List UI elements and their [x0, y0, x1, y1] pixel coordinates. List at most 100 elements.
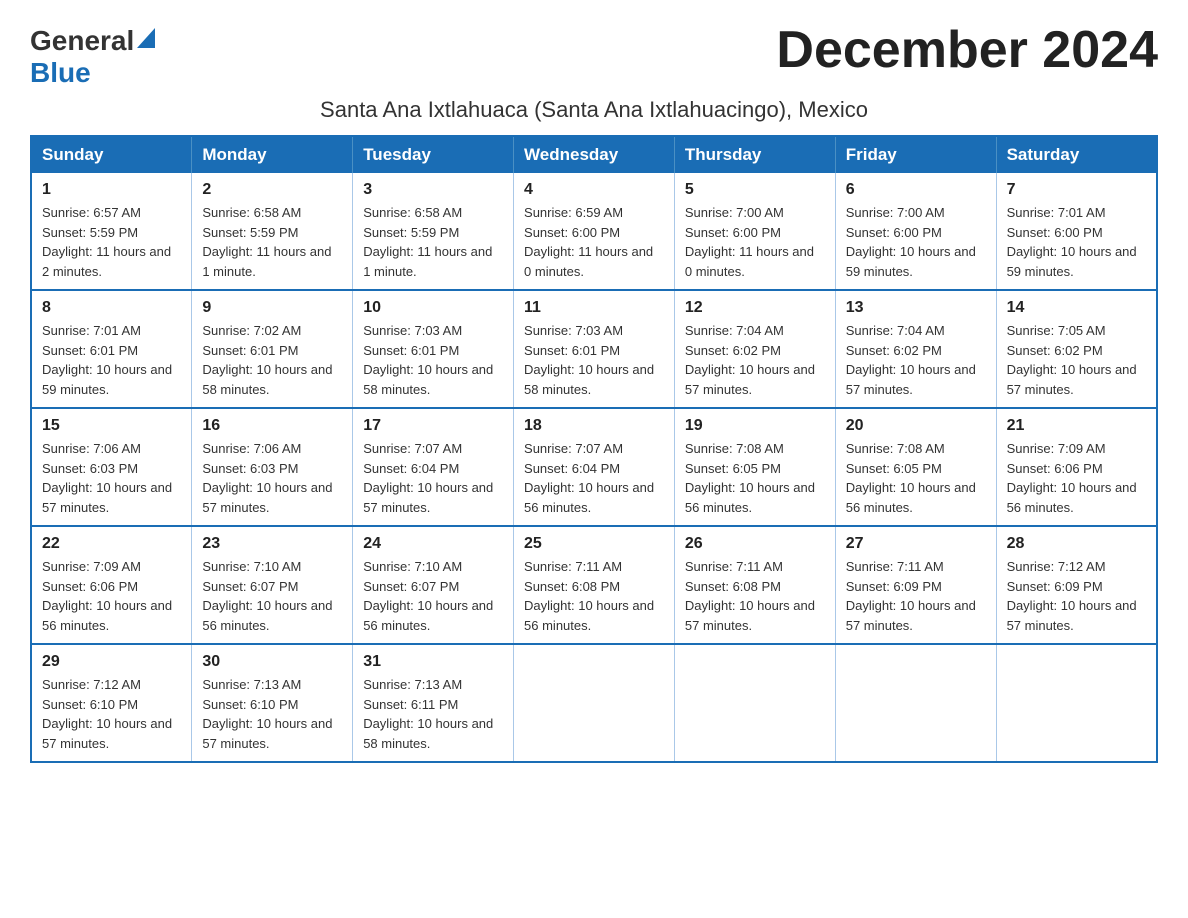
weekday-header-tuesday: Tuesday	[353, 136, 514, 173]
day-number: 8	[42, 299, 181, 317]
weekday-header-row: SundayMondayTuesdayWednesdayThursdayFrid…	[31, 136, 1157, 173]
calendar-cell: 9 Sunrise: 7:02 AM Sunset: 6:01 PM Dayli…	[192, 290, 353, 408]
calendar-cell: 13 Sunrise: 7:04 AM Sunset: 6:02 PM Dayl…	[835, 290, 996, 408]
day-info: Sunrise: 7:11 AM Sunset: 6:08 PM Dayligh…	[524, 557, 664, 635]
logo-blue-text: Blue	[30, 57, 91, 88]
calendar-cell: 12 Sunrise: 7:04 AM Sunset: 6:02 PM Dayl…	[674, 290, 835, 408]
day-info: Sunrise: 7:12 AM Sunset: 6:10 PM Dayligh…	[42, 675, 181, 753]
day-number: 5	[685, 181, 825, 199]
day-number: 3	[363, 181, 503, 199]
day-number: 11	[524, 299, 664, 317]
calendar-cell: 15 Sunrise: 7:06 AM Sunset: 6:03 PM Dayl…	[31, 408, 192, 526]
calendar-cell	[514, 644, 675, 762]
logo-triangle	[137, 28, 155, 53]
calendar-cell: 31 Sunrise: 7:13 AM Sunset: 6:11 PM Dayl…	[353, 644, 514, 762]
location-title: Santa Ana Ixtlahuaca (Santa Ana Ixtlahua…	[30, 97, 1158, 123]
calendar-cell: 24 Sunrise: 7:10 AM Sunset: 6:07 PM Dayl…	[353, 526, 514, 644]
day-number: 18	[524, 417, 664, 435]
day-number: 26	[685, 535, 825, 553]
day-number: 23	[202, 535, 342, 553]
weekday-header-wednesday: Wednesday	[514, 136, 675, 173]
calendar-cell: 29 Sunrise: 7:12 AM Sunset: 6:10 PM Dayl…	[31, 644, 192, 762]
calendar-cell: 2 Sunrise: 6:58 AM Sunset: 5:59 PM Dayli…	[192, 173, 353, 290]
calendar-cell	[674, 644, 835, 762]
day-number: 27	[846, 535, 986, 553]
calendar-cell: 1 Sunrise: 6:57 AM Sunset: 5:59 PM Dayli…	[31, 173, 192, 290]
week-row-2: 8 Sunrise: 7:01 AM Sunset: 6:01 PM Dayli…	[31, 290, 1157, 408]
page-header: General Blue December 2024	[30, 20, 1158, 89]
day-number: 12	[685, 299, 825, 317]
calendar-cell: 26 Sunrise: 7:11 AM Sunset: 6:08 PM Dayl…	[674, 526, 835, 644]
day-info: Sunrise: 7:06 AM Sunset: 6:03 PM Dayligh…	[202, 439, 342, 517]
calendar-cell: 17 Sunrise: 7:07 AM Sunset: 6:04 PM Dayl…	[353, 408, 514, 526]
weekday-header-friday: Friday	[835, 136, 996, 173]
day-info: Sunrise: 7:01 AM Sunset: 6:01 PM Dayligh…	[42, 321, 181, 399]
weekday-header-monday: Monday	[192, 136, 353, 173]
month-title: December 2024	[776, 20, 1158, 80]
calendar-cell	[996, 644, 1157, 762]
day-number: 10	[363, 299, 503, 317]
day-info: Sunrise: 6:57 AM Sunset: 5:59 PM Dayligh…	[42, 203, 181, 281]
day-info: Sunrise: 7:08 AM Sunset: 6:05 PM Dayligh…	[846, 439, 986, 517]
calendar-cell: 3 Sunrise: 6:58 AM Sunset: 5:59 PM Dayli…	[353, 173, 514, 290]
day-number: 28	[1007, 535, 1146, 553]
calendar-cell: 27 Sunrise: 7:11 AM Sunset: 6:09 PM Dayl…	[835, 526, 996, 644]
calendar-cell: 4 Sunrise: 6:59 AM Sunset: 6:00 PM Dayli…	[514, 173, 675, 290]
day-number: 22	[42, 535, 181, 553]
day-number: 2	[202, 181, 342, 199]
calendar-cell: 8 Sunrise: 7:01 AM Sunset: 6:01 PM Dayli…	[31, 290, 192, 408]
day-info: Sunrise: 7:07 AM Sunset: 6:04 PM Dayligh…	[363, 439, 503, 517]
logo-general-text: General	[30, 25, 134, 57]
week-row-1: 1 Sunrise: 6:57 AM Sunset: 5:59 PM Dayli…	[31, 173, 1157, 290]
day-number: 17	[363, 417, 503, 435]
calendar-cell: 7 Sunrise: 7:01 AM Sunset: 6:00 PM Dayli…	[996, 173, 1157, 290]
day-number: 13	[846, 299, 986, 317]
day-info: Sunrise: 7:02 AM Sunset: 6:01 PM Dayligh…	[202, 321, 342, 399]
day-info: Sunrise: 7:12 AM Sunset: 6:09 PM Dayligh…	[1007, 557, 1146, 635]
day-info: Sunrise: 7:09 AM Sunset: 6:06 PM Dayligh…	[42, 557, 181, 635]
calendar-table: SundayMondayTuesdayWednesdayThursdayFrid…	[30, 135, 1158, 763]
week-row-4: 22 Sunrise: 7:09 AM Sunset: 6:06 PM Dayl…	[31, 526, 1157, 644]
day-info: Sunrise: 7:11 AM Sunset: 6:09 PM Dayligh…	[846, 557, 986, 635]
day-info: Sunrise: 7:04 AM Sunset: 6:02 PM Dayligh…	[846, 321, 986, 399]
day-info: Sunrise: 7:08 AM Sunset: 6:05 PM Dayligh…	[685, 439, 825, 517]
day-info: Sunrise: 7:04 AM Sunset: 6:02 PM Dayligh…	[685, 321, 825, 399]
calendar-cell: 23 Sunrise: 7:10 AM Sunset: 6:07 PM Dayl…	[192, 526, 353, 644]
day-info: Sunrise: 7:10 AM Sunset: 6:07 PM Dayligh…	[363, 557, 503, 635]
day-number: 6	[846, 181, 986, 199]
day-number: 7	[1007, 181, 1146, 199]
calendar-cell: 25 Sunrise: 7:11 AM Sunset: 6:08 PM Dayl…	[514, 526, 675, 644]
day-number: 31	[363, 653, 503, 671]
calendar-cell	[835, 644, 996, 762]
calendar-cell: 10 Sunrise: 7:03 AM Sunset: 6:01 PM Dayl…	[353, 290, 514, 408]
day-info: Sunrise: 7:00 AM Sunset: 6:00 PM Dayligh…	[685, 203, 825, 281]
weekday-header-saturday: Saturday	[996, 136, 1157, 173]
day-info: Sunrise: 7:10 AM Sunset: 6:07 PM Dayligh…	[202, 557, 342, 635]
calendar-cell: 18 Sunrise: 7:07 AM Sunset: 6:04 PM Dayl…	[514, 408, 675, 526]
day-info: Sunrise: 6:59 AM Sunset: 6:00 PM Dayligh…	[524, 203, 664, 281]
day-number: 16	[202, 417, 342, 435]
calendar-cell: 28 Sunrise: 7:12 AM Sunset: 6:09 PM Dayl…	[996, 526, 1157, 644]
calendar-cell: 19 Sunrise: 7:08 AM Sunset: 6:05 PM Dayl…	[674, 408, 835, 526]
calendar-cell: 16 Sunrise: 7:06 AM Sunset: 6:03 PM Dayl…	[192, 408, 353, 526]
weekday-header-thursday: Thursday	[674, 136, 835, 173]
day-info: Sunrise: 7:05 AM Sunset: 6:02 PM Dayligh…	[1007, 321, 1146, 399]
day-info: Sunrise: 7:07 AM Sunset: 6:04 PM Dayligh…	[524, 439, 664, 517]
logo: General Blue	[30, 20, 155, 89]
day-info: Sunrise: 7:01 AM Sunset: 6:00 PM Dayligh…	[1007, 203, 1146, 281]
day-number: 14	[1007, 299, 1146, 317]
day-info: Sunrise: 6:58 AM Sunset: 5:59 PM Dayligh…	[202, 203, 342, 281]
day-number: 15	[42, 417, 181, 435]
day-info: Sunrise: 7:03 AM Sunset: 6:01 PM Dayligh…	[524, 321, 664, 399]
calendar-cell: 20 Sunrise: 7:08 AM Sunset: 6:05 PM Dayl…	[835, 408, 996, 526]
day-number: 30	[202, 653, 342, 671]
week-row-3: 15 Sunrise: 7:06 AM Sunset: 6:03 PM Dayl…	[31, 408, 1157, 526]
calendar-cell: 22 Sunrise: 7:09 AM Sunset: 6:06 PM Dayl…	[31, 526, 192, 644]
day-number: 20	[846, 417, 986, 435]
calendar-cell: 30 Sunrise: 7:13 AM Sunset: 6:10 PM Dayl…	[192, 644, 353, 762]
calendar-cell: 5 Sunrise: 7:00 AM Sunset: 6:00 PM Dayli…	[674, 173, 835, 290]
day-number: 1	[42, 181, 181, 199]
weekday-header-sunday: Sunday	[31, 136, 192, 173]
calendar-cell: 14 Sunrise: 7:05 AM Sunset: 6:02 PM Dayl…	[996, 290, 1157, 408]
day-info: Sunrise: 7:09 AM Sunset: 6:06 PM Dayligh…	[1007, 439, 1146, 517]
